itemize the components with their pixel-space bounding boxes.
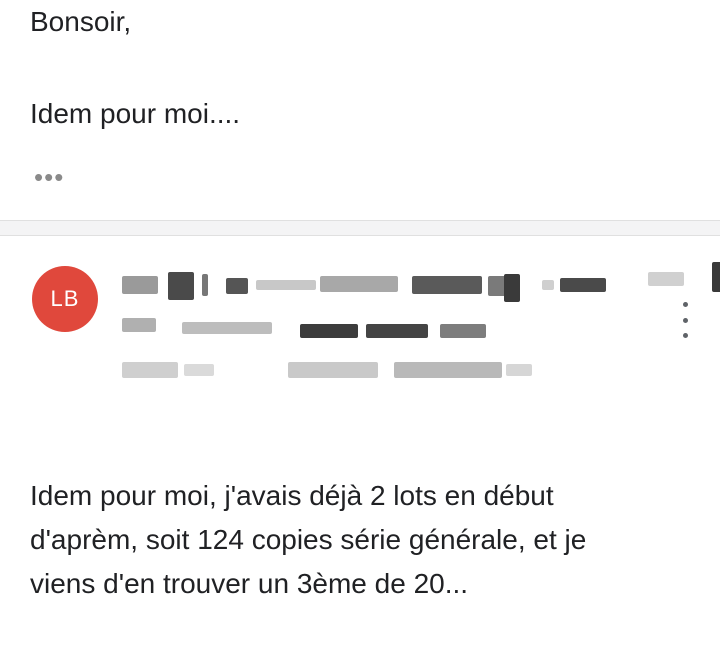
more-options-button[interactable]	[676, 302, 694, 338]
reply-header[interactable]: LB	[0, 236, 720, 406]
previous-message: Bonsoir, Idem pour moi.... •••	[0, 0, 720, 222]
show-trimmed-content-button[interactable]: •••	[34, 162, 64, 192]
reply-body-line: d'aprèm, soit 124 copies série générale,…	[30, 524, 587, 555]
reply-body-line: viens d'en trouver un 3ème de 20...	[30, 568, 469, 599]
redacted-sender-details	[122, 266, 684, 386]
reply-message-body: Idem pour moi, j'avais déjà 2 lots en dé…	[30, 474, 700, 606]
message-divider	[0, 220, 720, 236]
message-greeting: Bonsoir,	[30, 6, 132, 37]
sender-avatar[interactable]: LB	[32, 266, 98, 332]
message-body: Idem pour moi....	[30, 98, 241, 129]
edge-icon-fragment	[712, 262, 720, 292]
more-vert-icon	[682, 302, 688, 307]
reply-body-line: Idem pour moi, j'avais déjà 2 lots en dé…	[30, 480, 554, 511]
